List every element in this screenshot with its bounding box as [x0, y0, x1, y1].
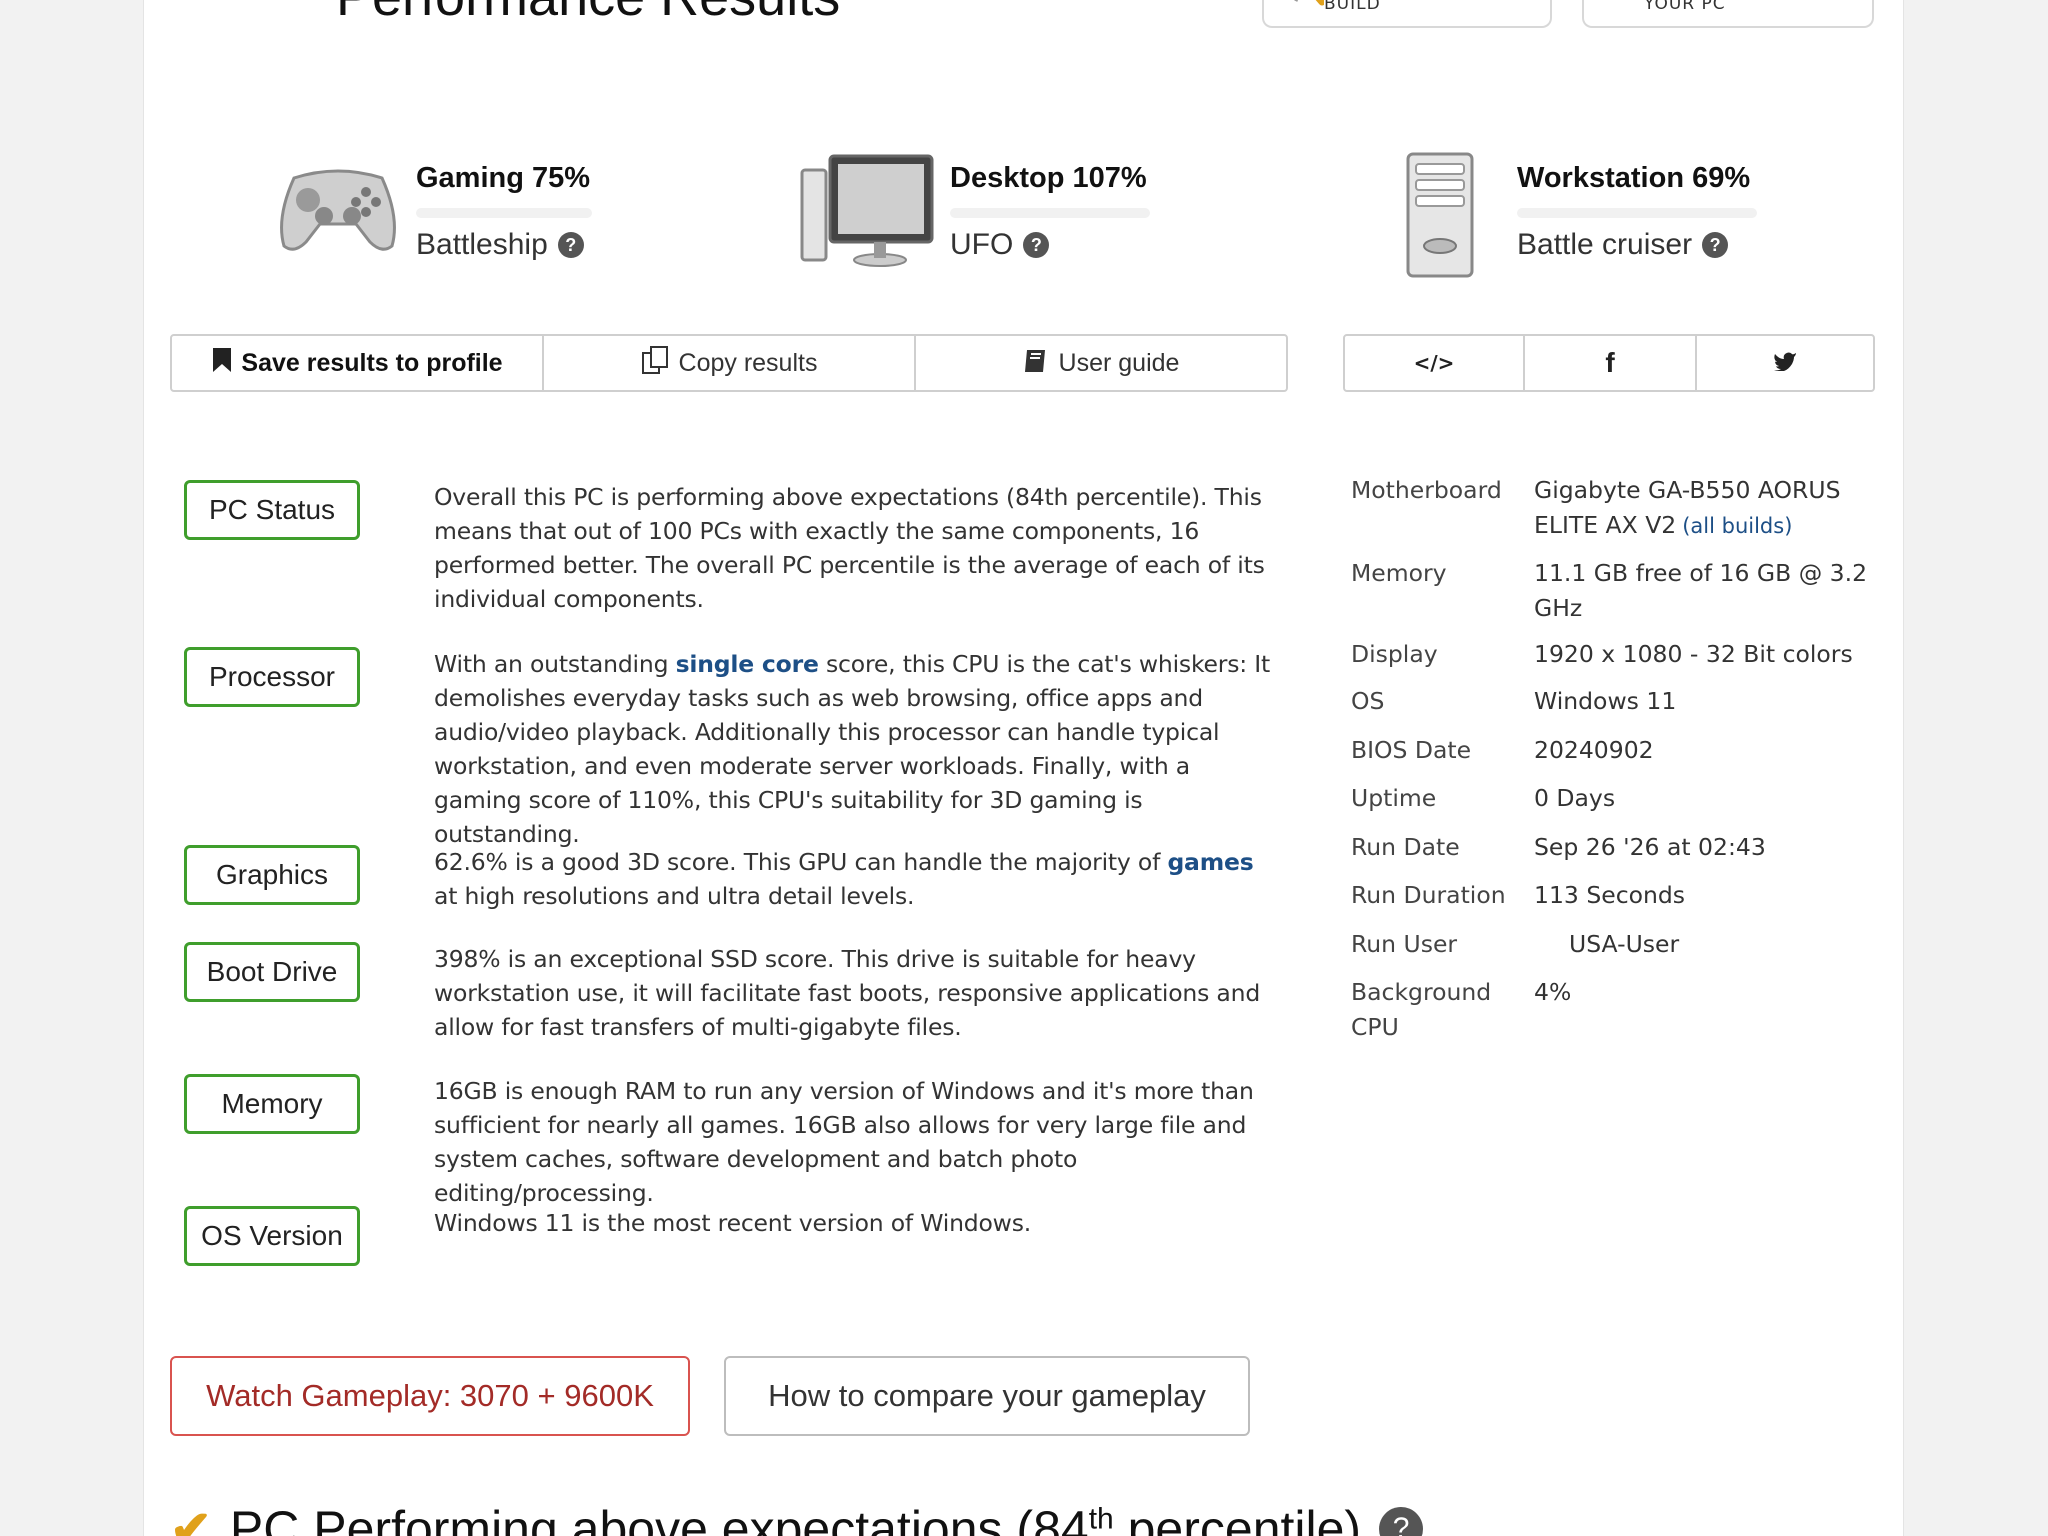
desktop-score-rating: UFO ? — [950, 228, 1050, 262]
spec-value: 0 Days — [1534, 784, 1616, 812]
share-actions: </> f — [1343, 334, 1875, 392]
spec-value: 20240902 — [1534, 736, 1654, 764]
help-icon[interactable]: ? — [1702, 232, 1729, 258]
user-guide-label: User guide — [1058, 348, 1180, 377]
facebook-icon: f — [1605, 347, 1615, 378]
workstation-icon — [1404, 150, 1476, 284]
spec-value: 1920 x 1080 - 32 Bit colors — [1534, 640, 1853, 668]
gaming-score-rating: Battleship ? — [416, 228, 584, 262]
os-version-text: Windows 11 is the most recent version of… — [434, 1209, 1032, 1237]
page-title: Performance Results — [336, 0, 840, 28]
build-label: BUILD — [1324, 0, 1381, 14]
spec-value: Gigabyte GA-B550 AORUS ELITE AX V2 (all b… — [1534, 476, 1841, 539]
results-actions: Save results to profile Copy results Use… — [170, 334, 1288, 392]
os-version-badge[interactable]: OS Version — [184, 1206, 360, 1266]
spec-value: USA-User — [1569, 930, 1680, 958]
games-link[interactable]: games — [1167, 848, 1253, 876]
checkmark-icon: ✔ — [170, 1501, 212, 1536]
bookmark-icon — [211, 346, 233, 381]
compare-gameplay-button[interactable]: How to compare your gameplay — [724, 1356, 1250, 1436]
gaming-score: Gaming 75% Battleship ? — [274, 150, 654, 290]
your-pc-button[interactable]: YOUR PC — [1582, 0, 1874, 28]
boot-drive-badge[interactable]: Boot Drive — [184, 942, 360, 1002]
spec-value: 4% — [1534, 978, 1572, 1006]
desktop-score-bar — [950, 208, 1150, 218]
pc-status-text: Overall this PC is performing above expe… — [434, 483, 1265, 613]
processor-badge[interactable]: Processor — [184, 647, 360, 707]
memory-badge[interactable]: Memory — [184, 1074, 360, 1134]
percentile-heading: ✔ PC Performing above expectations (84th… — [170, 1500, 1424, 1536]
code-icon: </> — [1413, 351, 1455, 375]
memory-text: 16GB is enough RAM to run any version of… — [434, 1077, 1254, 1207]
spec-key: Run Duration — [1351, 881, 1506, 909]
gamepad-icon — [274, 158, 402, 262]
spec-key: Memory — [1351, 559, 1447, 587]
desktop-score-title: Desktop 107% — [950, 162, 1147, 194]
benchmark-logo-icon — [182, 0, 282, 22]
spec-value: Windows 11 — [1534, 687, 1677, 715]
graphics-text: 62.6% is a good 3D score. This GPU can h… — [434, 848, 1254, 910]
build-button[interactable]: BUILD — [1262, 0, 1552, 28]
twitter-icon — [1773, 349, 1797, 377]
spec-key: BIOS Date — [1351, 736, 1472, 764]
gaming-score-title: Gaming 75% — [416, 162, 591, 194]
workstation-score-rating: Battle cruiser ? — [1517, 228, 1729, 262]
processor-text: With an outstanding single core score, t… — [434, 650, 1271, 848]
boot-drive-text: 398% is an exceptional SSD score. This d… — [434, 945, 1261, 1041]
facebook-button[interactable]: f — [1525, 336, 1697, 390]
all-builds-link[interactable]: (all builds) — [1682, 514, 1792, 538]
spec-value: 113 Seconds — [1534, 881, 1686, 909]
watch-gameplay-button[interactable]: Watch Gameplay: 3070 + 9600K — [170, 1356, 690, 1436]
spec-key: Background CPU — [1351, 978, 1492, 1041]
spec-key: Uptime — [1351, 784, 1437, 812]
user-guide-button[interactable]: User guide — [916, 336, 1286, 390]
single-core-link[interactable]: single core — [676, 650, 819, 678]
copy-results-button[interactable]: Copy results — [544, 336, 916, 390]
twitter-button[interactable] — [1697, 336, 1873, 390]
desktop-score: Desktop 107% UFO ? — [800, 150, 1180, 290]
save-results-label: Save results to profile — [241, 348, 503, 377]
desktop-icon — [800, 150, 936, 274]
spec-key: Run Date — [1351, 833, 1460, 861]
copy-results-label: Copy results — [678, 348, 818, 377]
workstation-score-bar — [1517, 208, 1757, 218]
workstation-score-title: Workstation 69% — [1517, 162, 1751, 194]
spec-key: Motherboard — [1351, 476, 1502, 504]
desktop-rating-label: UFO — [950, 228, 1014, 261]
graphics-badge[interactable]: Graphics — [184, 845, 360, 905]
workstation-score: Workstation 69% Battle cruiser ? — [1400, 150, 1860, 290]
your-pc-label: YOUR PC — [1644, 0, 1726, 14]
spec-value: Sep 26 '26 at 02:43 — [1534, 833, 1766, 861]
spec-key: Run User — [1351, 930, 1458, 958]
system-specs: Motherboard Gigabyte GA-B550 AORUS ELITE… — [1351, 473, 1891, 1333]
help-icon[interactable]: ? — [1023, 232, 1050, 258]
gaming-score-bar — [416, 208, 592, 218]
spec-key: OS — [1351, 687, 1385, 715]
save-results-button[interactable]: Save results to profile — [172, 336, 544, 390]
wrench-icon — [1278, 0, 1326, 17]
copy-icon — [641, 345, 671, 382]
workstation-rating-label: Battle cruiser — [1517, 228, 1693, 261]
spec-value: 11.1 GB free of 16 GB @ 3.2 GHz — [1534, 559, 1868, 622]
percentile-heading-text: PC Performing above expectations (84th p… — [229, 1501, 1362, 1536]
embed-button[interactable]: </> — [1345, 336, 1525, 390]
help-icon[interactable]: ? — [1379, 1507, 1424, 1536]
help-icon[interactable]: ? — [557, 232, 584, 258]
book-icon — [1023, 346, 1051, 381]
medal-icon — [1598, 0, 1654, 11]
pc-status-badge[interactable]: PC Status — [184, 480, 360, 540]
spec-key: Display — [1351, 640, 1438, 668]
gaming-rating-label: Battleship — [416, 228, 548, 261]
